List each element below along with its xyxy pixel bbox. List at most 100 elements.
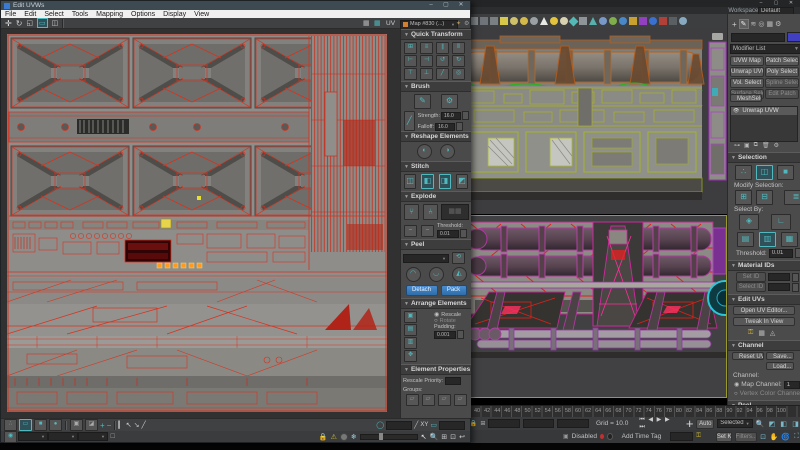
degradation-icon[interactable]: ▣ bbox=[563, 433, 569, 440]
show-end-result-icon[interactable]: ▣ bbox=[744, 142, 750, 149]
snapshot-icon[interactable]: ✦ bbox=[456, 20, 461, 27]
paint-select-icon[interactable]: ↘ bbox=[134, 421, 140, 429]
edge-distance-dropdown[interactable]: ▼ bbox=[78, 432, 108, 441]
freeform-tool-icon[interactable]: ▭ bbox=[37, 18, 48, 28]
load-uvws-button[interactable]: Load... bbox=[766, 362, 794, 370]
edge-loop-icon[interactable]: ▎ bbox=[118, 421, 123, 429]
viewport-perspective-top[interactable] bbox=[460, 28, 727, 214]
relax-brush-icon[interactable]: ╱ bbox=[404, 111, 415, 131]
pin-stack-icon[interactable]: ⊶ bbox=[734, 142, 740, 149]
time-tag[interactable]: Add Time Tag bbox=[622, 433, 662, 440]
cursor-arrow-icon[interactable]: ↖ bbox=[421, 433, 427, 441]
modify-tab-icon[interactable]: ✎ bbox=[739, 19, 749, 29]
motion-tab-icon[interactable]: ◎ bbox=[758, 20, 764, 28]
grid-snap-icon[interactable]: ⊞ bbox=[480, 420, 485, 427]
uv-polygon-mode-icon[interactable]: ■ bbox=[34, 419, 47, 431]
zoom-icon[interactable]: 🔍 bbox=[756, 420, 765, 428]
relax-until-flat-icon[interactable]: ◑ bbox=[440, 144, 455, 159]
stitch-to-target-icon[interactable]: ◧ bbox=[421, 174, 433, 189]
modifier-list-dropdown[interactable]: Modifier List ▼ bbox=[730, 44, 800, 54]
tool-dark-square-icon[interactable] bbox=[669, 17, 677, 25]
modifier-button[interactable]: Spline Select bbox=[765, 78, 799, 88]
tool-pencil-icon[interactable] bbox=[579, 17, 587, 25]
menu-item[interactable]: Edit bbox=[24, 11, 36, 18]
select-xy-button[interactable]: ▤ bbox=[737, 232, 754, 247]
grow-selection-button[interactable]: ⊞ bbox=[735, 190, 752, 205]
align-vertical-icon[interactable]: ≡ bbox=[420, 42, 433, 54]
current-frame-field[interactable] bbox=[670, 432, 693, 441]
map-channel-field[interactable]: 1 bbox=[784, 381, 800, 389]
rollout-peel-uv[interactable]: ▼ Peel bbox=[401, 239, 471, 250]
tweak-in-view-button[interactable]: Tweak In View bbox=[733, 317, 795, 326]
reset-uvws-button[interactable]: Reset UVWs bbox=[732, 352, 764, 360]
angle-icon[interactable]: ╱ bbox=[414, 421, 418, 429]
uv-prism-icon[interactable]: ◬ bbox=[770, 329, 775, 337]
prim-gray-sphere-icon[interactable] bbox=[530, 17, 538, 25]
peel-mode-dropdown[interactable]: ▼ bbox=[403, 254, 449, 263]
zoom-all-icon[interactable]: ◩ bbox=[767, 420, 776, 428]
make-unique-icon[interactable]: ⧉ bbox=[754, 142, 758, 149]
uv-map-icon[interactable]: ▦ bbox=[758, 329, 765, 337]
rollout-material-ids[interactable]: ▼ Material IDs bbox=[728, 260, 800, 271]
modifier-button[interactable]: Vol. Select bbox=[730, 78, 764, 88]
edge-distance-checkbox[interactable]: ☐ bbox=[110, 433, 115, 440]
linear-align-icon[interactable]: ╱ bbox=[436, 68, 449, 80]
pack-together-icon[interactable]: ▤ bbox=[404, 324, 417, 336]
uv-close-button[interactable]: ✕ bbox=[454, 2, 468, 9]
peel-reset-icon[interactable]: ⟲ bbox=[452, 252, 465, 264]
set-keys-button[interactable]: + bbox=[686, 416, 694, 431]
menu-item[interactable]: Display bbox=[163, 11, 186, 18]
zoom-region-icon[interactable]: ⊡ bbox=[760, 433, 767, 441]
set-id-spinner[interactable] bbox=[792, 273, 799, 282]
viewport-top-canvas[interactable] bbox=[460, 28, 727, 214]
loop-selection-button[interactable]: ≣ bbox=[784, 190, 800, 205]
space-horizontal-icon[interactable]: ∥ bbox=[436, 42, 449, 54]
rollout-quick-transform[interactable]: ▼ Quick Transform bbox=[401, 29, 471, 40]
rotate-cw-icon[interactable]: ↻ bbox=[452, 55, 465, 67]
pack-full-icon[interactable]: ▥ bbox=[404, 337, 417, 349]
edge-mode-button[interactable]: ◫ bbox=[756, 165, 773, 180]
uv-canvas[interactable] bbox=[1, 29, 400, 418]
uv-zoom-region-icon[interactable]: ⊡ bbox=[450, 433, 456, 441]
prim-sphere-icon[interactable] bbox=[520, 17, 528, 25]
explode-threshold-field[interactable]: 0.01 bbox=[437, 230, 459, 238]
soft-selection-icon[interactable]: ◉ bbox=[4, 431, 17, 443]
prim-blob-icon[interactable] bbox=[510, 17, 518, 25]
tool-diamond-icon[interactable] bbox=[569, 16, 579, 26]
mesh-select-button[interactable]: MeshSelect bbox=[730, 94, 762, 102]
uv-vertex-mode-icon[interactable]: ∴ bbox=[4, 419, 17, 431]
uv-edge-mode-icon[interactable]: ▭ bbox=[19, 419, 32, 431]
auto-key-button[interactable]: Auto bbox=[696, 419, 714, 429]
select-by-element-icon[interactable]: ▣ bbox=[70, 419, 83, 431]
remove-modifier-icon[interactable]: 🗑 bbox=[762, 142, 770, 149]
rollout-edit-uvs[interactable]: ▼ Edit UVs bbox=[728, 294, 800, 305]
align-right-icon[interactable]: ⊣ bbox=[420, 55, 433, 67]
menu-item[interactable]: Options bbox=[131, 11, 155, 18]
falloff-field[interactable]: 16.0 bbox=[435, 123, 455, 131]
weld-selected-icon[interactable]: ⌣ bbox=[404, 225, 417, 237]
zoom-extents-all-icon[interactable]: ◨ bbox=[791, 420, 800, 428]
uv-lock-icon[interactable]: ⚿ bbox=[748, 329, 753, 337]
uv-zoom-extents-icon[interactable]: ↩ bbox=[459, 433, 465, 441]
tool-blue2-sphere-icon[interactable] bbox=[619, 17, 627, 25]
rollout-stitch[interactable]: ▼ Stitch bbox=[401, 161, 471, 172]
open-uv-editor-button[interactable]: Open UV Editor... bbox=[733, 306, 795, 315]
menu-item[interactable]: File bbox=[5, 11, 16, 18]
menu-item[interactable]: Tools bbox=[72, 11, 88, 18]
threshold-field[interactable]: 0.01 bbox=[769, 249, 793, 258]
rollout-element-properties[interactable]: ▼ Element Properties bbox=[401, 364, 471, 375]
select-region-icon[interactable] bbox=[470, 17, 478, 25]
snap-snowflake-icon[interactable]: ❄ bbox=[351, 433, 357, 441]
key-filter-dropdown[interactable]: Selected ▼ bbox=[717, 419, 752, 428]
shrink-selection-button[interactable]: ⊟ bbox=[756, 190, 773, 205]
strength-spinner[interactable] bbox=[462, 111, 469, 120]
pan-hand-icon[interactable]: ✋ bbox=[770, 433, 779, 441]
break-icon[interactable]: ⑂ bbox=[404, 204, 419, 220]
background-texture-dropdown[interactable]: Map #830 (...) ▼ bbox=[400, 20, 458, 30]
playback-controls[interactable]: ⏮ ◀ ▶ ▶ ⏭ bbox=[639, 416, 679, 431]
set-id-button[interactable]: Set ID bbox=[736, 272, 766, 282]
tool-green-sphere-icon[interactable] bbox=[609, 17, 617, 25]
point-to-point-icon[interactable]: ↖ bbox=[126, 421, 132, 429]
select-lasso-icon[interactable] bbox=[480, 17, 488, 25]
uv-texture-layout[interactable] bbox=[7, 34, 387, 412]
